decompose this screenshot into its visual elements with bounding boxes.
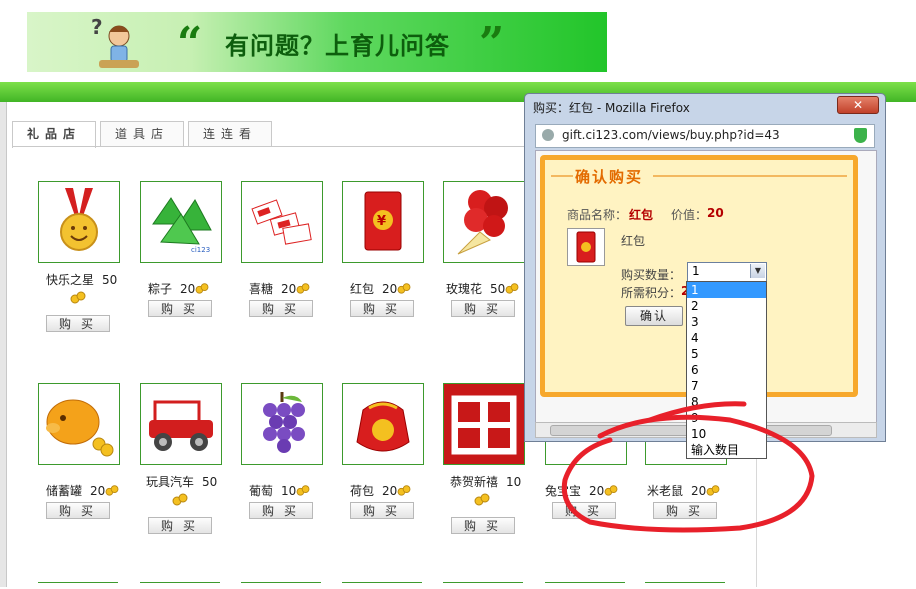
annotation-circle <box>561 414 815 533</box>
annotation-layer <box>561 401 815 533</box>
